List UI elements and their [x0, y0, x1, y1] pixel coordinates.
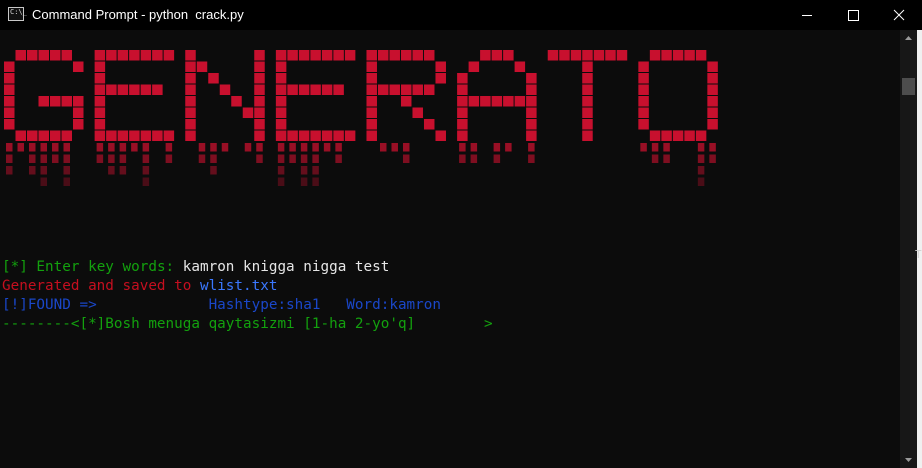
close-button[interactable]	[876, 0, 922, 30]
generated-line: Generated and saved to wlist.txt	[2, 277, 277, 296]
window-title: Command Prompt - python crack.py	[32, 7, 244, 22]
keywords-input-value: kamron knigga nigga test	[182, 259, 390, 275]
maximize-button[interactable]	[830, 0, 876, 30]
scrollbar-thumb[interactable]	[902, 78, 915, 95]
menu-prompt-line: --------<[*]Bosh menuga qaytasizmi [1-ha…	[2, 316, 493, 332]
scroll-up-icon[interactable]	[900, 30, 917, 47]
prompt-marker: [*]	[2, 259, 28, 275]
wordlist-filename: wlist.txt	[199, 278, 278, 294]
prompt-label: Enter key words:	[27, 259, 183, 275]
generator-banner	[4, 50, 718, 186]
command-prompt-icon: C:\_	[8, 7, 27, 21]
minimize-icon	[802, 15, 812, 16]
scroll-down-icon[interactable]	[900, 451, 917, 468]
keywords-prompt-line: [*] Enter key words: kamron knigga nigga…	[2, 258, 389, 277]
found-result-line: [!]FOUND => Hashtype:sha1 Word:kamron	[2, 297, 441, 313]
generated-message: Generated and saved to	[2, 278, 200, 294]
background-window-text: T	[915, 248, 922, 261]
close-icon	[893, 9, 905, 21]
maximize-icon	[848, 10, 859, 21]
title-bar: C:\_ Command Prompt - python crack.py	[0, 0, 922, 30]
minimize-button[interactable]	[784, 0, 830, 30]
